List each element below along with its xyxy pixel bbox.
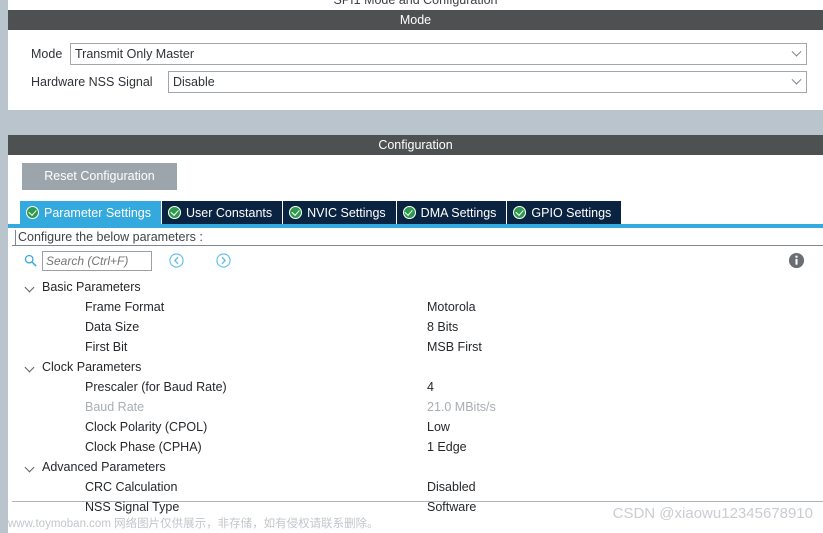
- table-row[interactable]: CRC Calculation Disabled: [12, 477, 823, 497]
- tab-label: GPIO Settings: [531, 205, 612, 220]
- mode-select-value: Transmit Only Master: [75, 47, 195, 61]
- table-row[interactable]: Prescaler (for Baud Rate) 4: [12, 377, 823, 397]
- spi-configuration-window: SPI1 Mode and Configuration Mode Mode Tr…: [0, 0, 823, 533]
- mode-field-label: Mode: [31, 47, 63, 61]
- parameter-name: Clock Polarity (CPOL): [85, 420, 208, 434]
- section-gap-band: [0, 110, 823, 135]
- check-circle-icon: [289, 206, 303, 219]
- parameter-value: MSB First: [427, 340, 482, 354]
- check-circle-icon: [513, 206, 527, 219]
- table-row: Baud Rate 21.0 MBits/s: [12, 397, 823, 417]
- parameter-value: 8 Bits: [427, 320, 459, 334]
- parameter-name: Clock Phase (CPHA): [85, 440, 202, 454]
- tree-group-basic-parameters[interactable]: Basic Parameters: [12, 277, 823, 297]
- tree-group-label: Advanced Parameters: [42, 460, 166, 474]
- tab-label: NVIC Settings: [307, 205, 386, 220]
- search-icon: [24, 254, 37, 267]
- tab-label: User Constants: [186, 205, 273, 220]
- tab-dma-settings[interactable]: DMA Settings: [396, 201, 508, 224]
- tab-user-constants[interactable]: User Constants: [162, 201, 284, 224]
- table-row[interactable]: Clock Polarity (CPOL) Low: [12, 417, 823, 437]
- parameter-name: NSS Signal Type: [85, 500, 180, 514]
- left-rail: [0, 0, 8, 533]
- parameter-search-toolbar: [12, 248, 823, 276]
- tab-label: DMA Settings: [420, 205, 497, 220]
- watermark-left: www.toymoban.com 网络图片仅供展示，非存储，如有侵权请联系删除。: [8, 518, 379, 530]
- table-row[interactable]: First Bit MSB First: [12, 337, 823, 357]
- tab-gpio-settings[interactable]: GPIO Settings: [507, 201, 623, 224]
- tab-nvic-settings[interactable]: NVIC Settings: [283, 201, 397, 224]
- tab-parameter-settings[interactable]: Parameter Settings: [20, 201, 162, 224]
- parameter-tree: Basic Parameters Frame Format Motorola D…: [12, 277, 823, 514]
- hardware-nss-signal-label: Hardware NSS Signal: [31, 75, 153, 89]
- configure-note-text: Configure the below parameters :: [18, 230, 203, 244]
- configuration-section-header: Configuration: [8, 135, 823, 155]
- check-circle-icon: [402, 206, 416, 219]
- circle-right-arrow-icon[interactable]: [216, 253, 231, 268]
- chevron-down-icon[interactable]: [24, 282, 35, 293]
- parameter-name: Baud Rate: [85, 400, 145, 414]
- tree-group-clock-parameters[interactable]: Clock Parameters: [12, 357, 823, 377]
- parameter-value: Motorola: [427, 300, 476, 314]
- check-circle-icon: [26, 206, 39, 219]
- parameter-name: Data Size: [85, 320, 140, 334]
- table-row[interactable]: Data Size 8 Bits: [12, 317, 823, 337]
- chevron-down-icon[interactable]: [24, 362, 35, 373]
- parameter-value: 21.0 MBits/s: [427, 400, 496, 414]
- hardware-nss-signal-value: Disable: [173, 75, 215, 89]
- parameter-value: 4: [427, 380, 434, 394]
- parameter-name: Prescaler (for Baud Rate): [85, 380, 227, 394]
- parameter-value: Disabled: [427, 480, 476, 494]
- parameter-name: First Bit: [85, 340, 128, 354]
- chevron-down-icon[interactable]: [24, 462, 35, 473]
- table-row[interactable]: Clock Phase (CPHA) 1 Edge: [12, 437, 823, 457]
- parameter-name: Frame Format: [85, 300, 165, 314]
- parameter-name: CRC Calculation: [85, 480, 178, 494]
- window-title-clip: SPI1 Mode and Configuration: [8, 0, 823, 9]
- tab-label: Parameter Settings: [44, 205, 151, 220]
- watermark-right: CSDN @xiaowu12345678910: [612, 505, 813, 522]
- page-title: SPI1 Mode and Configuration: [333, 0, 498, 7]
- note-left-tick: [15, 230, 16, 245]
- info-icon[interactable]: [788, 252, 805, 269]
- search-input[interactable]: [42, 251, 152, 271]
- tree-group-label: Clock Parameters: [42, 360, 142, 374]
- tree-group-label: Basic Parameters: [42, 280, 141, 294]
- circle-left-arrow-icon[interactable]: [169, 253, 184, 268]
- tree-group-advanced-parameters[interactable]: Advanced Parameters: [12, 457, 823, 477]
- mode-select[interactable]: Transmit Only Master: [70, 43, 807, 65]
- configure-note-row: Configure the below parameters :: [12, 228, 823, 246]
- chevron-down-icon[interactable]: [786, 44, 806, 64]
- reset-configuration-button[interactable]: Reset Configuration: [22, 163, 177, 190]
- parameter-value: Low: [427, 420, 450, 434]
- table-row[interactable]: Frame Format Motorola: [12, 297, 823, 317]
- configuration-panel: Reset Configuration Parameter Settings U…: [8, 155, 823, 533]
- mode-panel: Mode Transmit Only Master Hardware NSS S…: [8, 30, 823, 110]
- chevron-down-icon[interactable]: [786, 72, 806, 92]
- parameter-value: Software: [427, 500, 477, 514]
- hardware-nss-signal-select[interactable]: Disable: [168, 71, 807, 93]
- configuration-tabs: Parameter Settings User Constants NVIC S…: [20, 201, 623, 224]
- mode-section-header: Mode: [8, 10, 823, 30]
- parameter-value: 1 Edge: [427, 440, 467, 454]
- check-circle-icon: [168, 206, 181, 219]
